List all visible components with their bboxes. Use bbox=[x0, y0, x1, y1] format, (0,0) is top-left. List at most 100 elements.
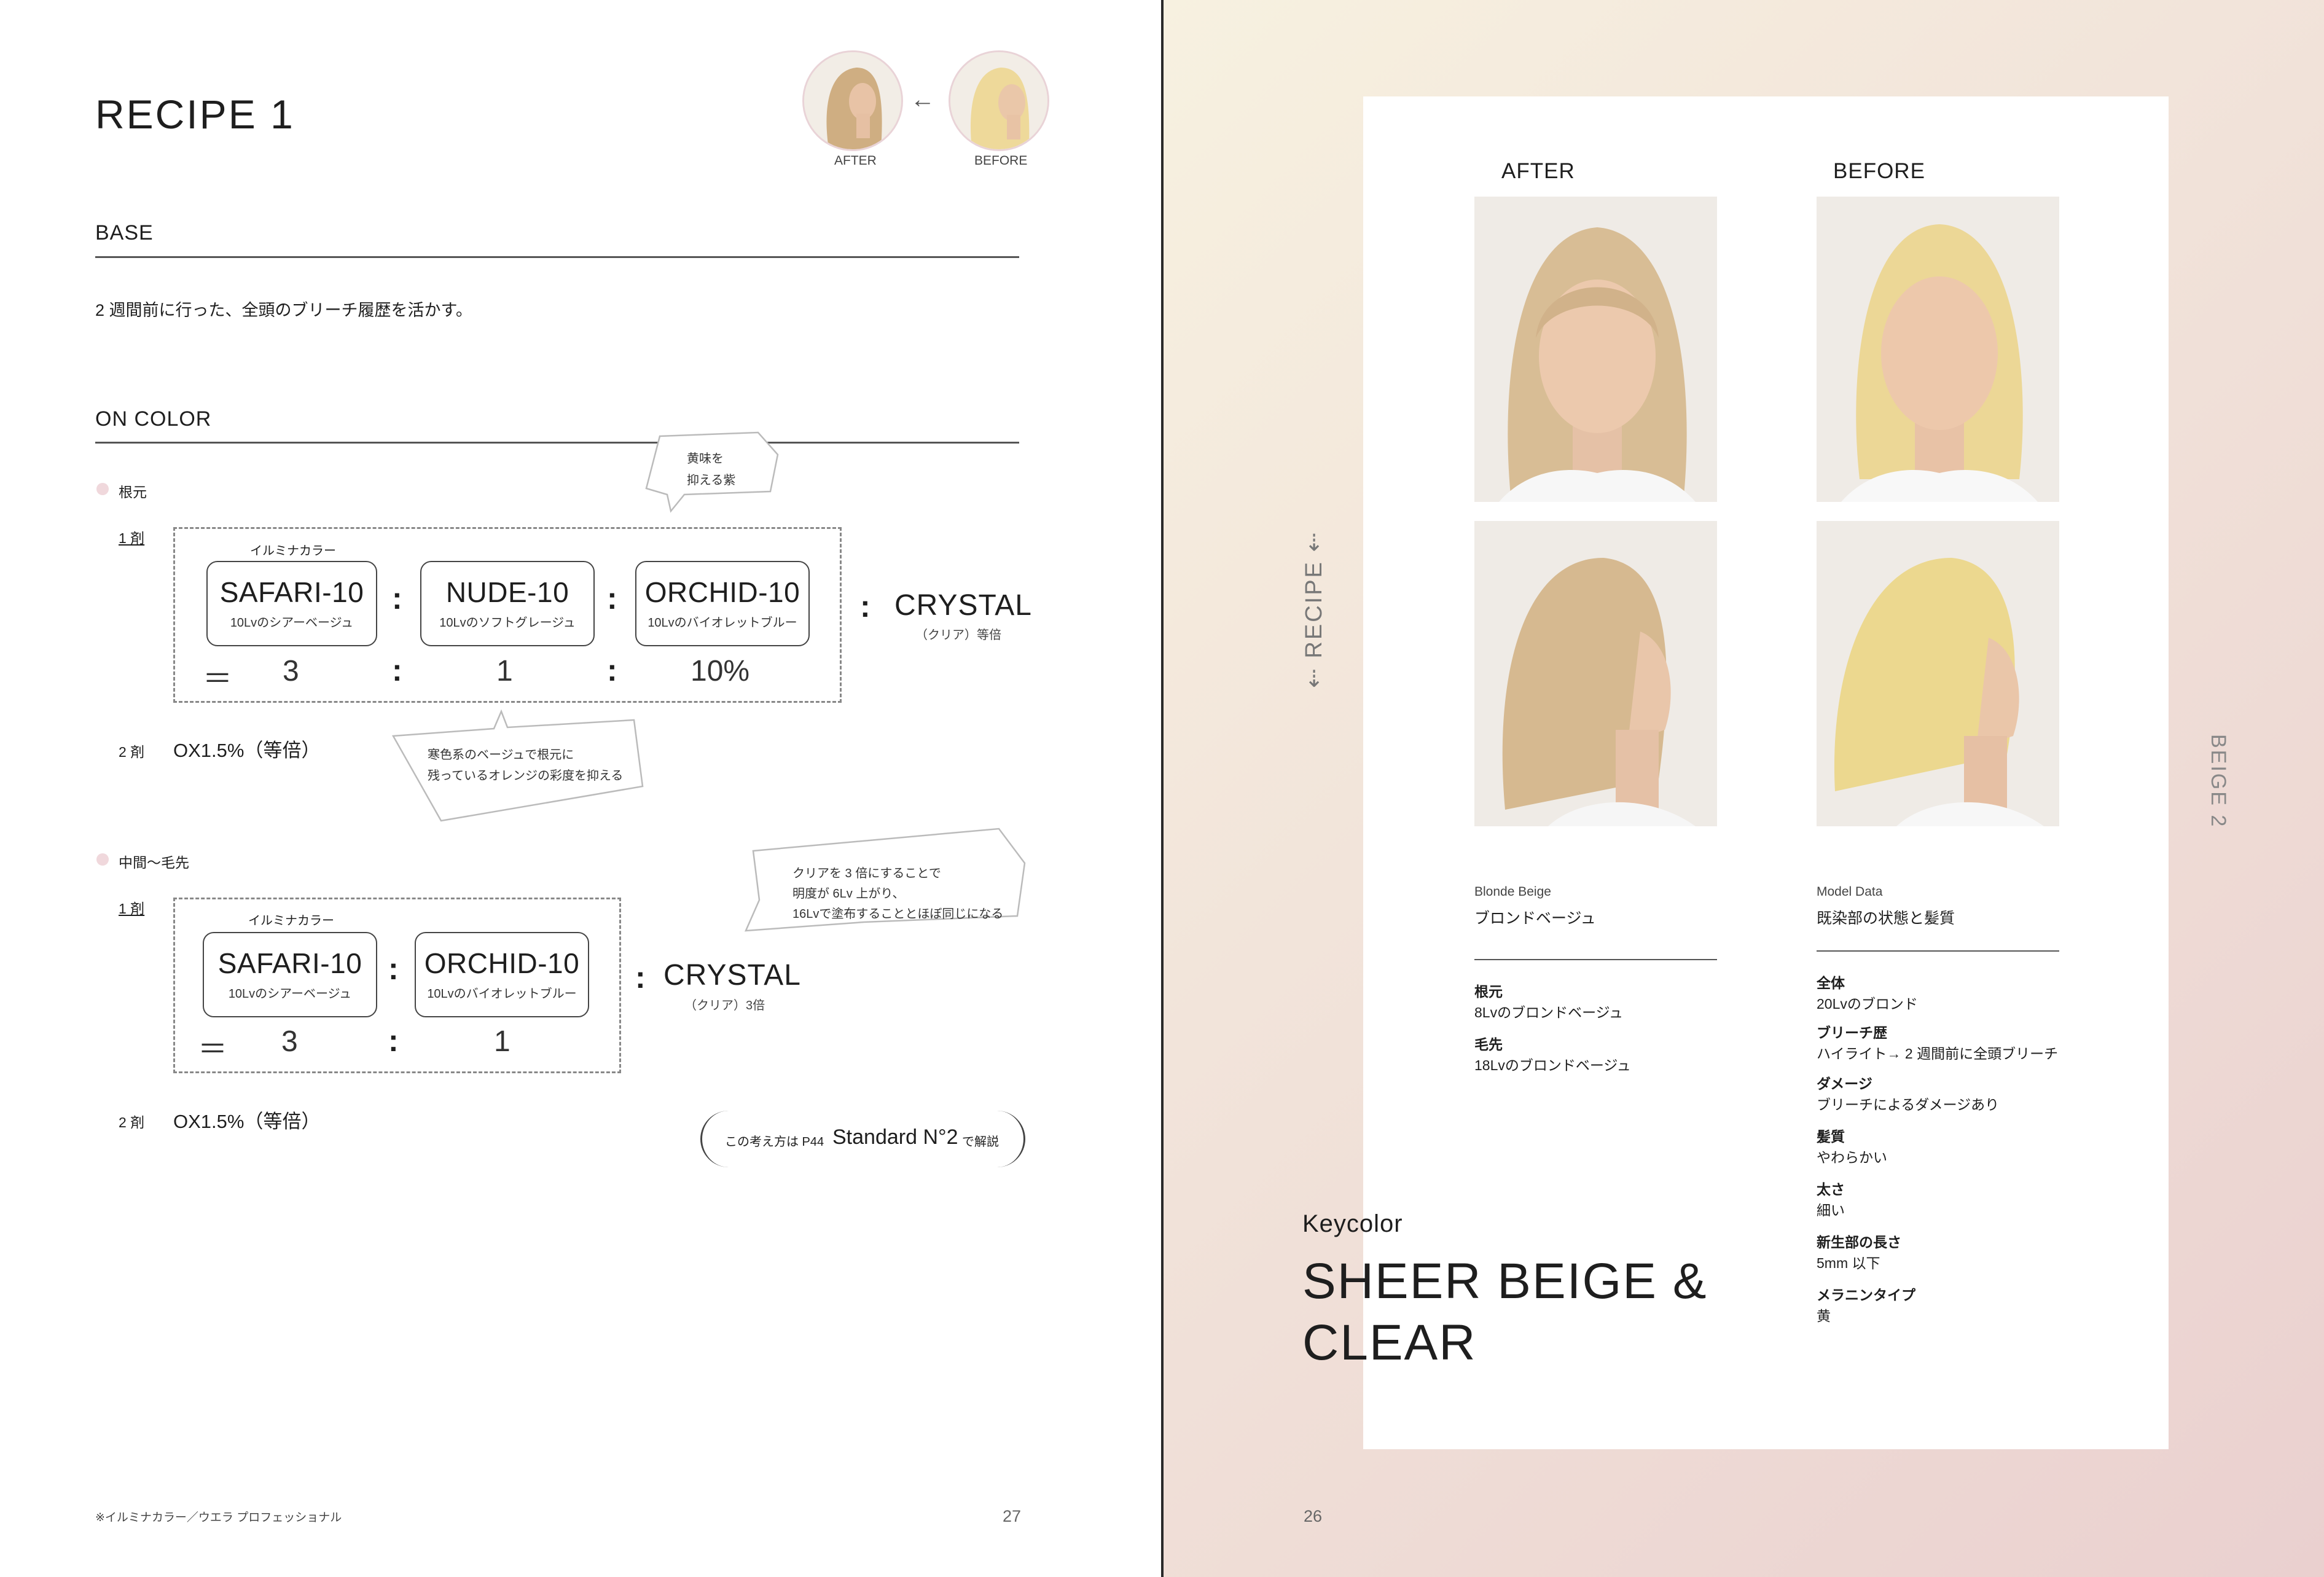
note-purple-line2: 抑える紫 bbox=[687, 474, 736, 487]
mid-crystal: CRYSTAL bbox=[663, 959, 801, 992]
mid-label: 中間〜毛先 bbox=[119, 855, 189, 871]
reference-suffix: で解説 bbox=[962, 1135, 999, 1149]
color-pill-orchid: ORCHID-10 10Lvのバイオレットブルー bbox=[415, 932, 589, 1017]
detail-label: メラニンタイプ bbox=[1817, 1287, 1915, 1303]
after-column-label: AFTER bbox=[1501, 159, 1575, 183]
after-side-photo bbox=[1474, 521, 1717, 826]
model-info-jp: 既染部の状態と髪質 bbox=[1817, 910, 1955, 927]
root-bullet bbox=[96, 483, 109, 495]
mid-agent2-value: OX1.5%（等倍） bbox=[173, 1111, 321, 1132]
recipe-title: RECIPE 1 bbox=[95, 92, 295, 137]
base-heading: BASE bbox=[95, 221, 154, 245]
thumb-after-label: AFTER bbox=[834, 154, 877, 168]
mid-crystal-sub: （クリア）3倍 bbox=[684, 999, 765, 1012]
equals-sign: ＝ bbox=[203, 663, 233, 695]
side-label-recipe: RECIPE bbox=[1301, 560, 1327, 659]
root-crystal: CRYSTAL bbox=[894, 589, 1032, 622]
before-front-photo-image bbox=[1817, 197, 2059, 502]
thumb-before-label: BEFORE bbox=[974, 154, 1028, 168]
detail-value: 黄 bbox=[1817, 1308, 1831, 1324]
content-card: AFTER BEFORE Blonde Beige ブロンドベージュ 根元 8L… bbox=[1363, 96, 2169, 1449]
colon-separator: : bbox=[388, 952, 399, 986]
note-orange-line2: 残っているオレンジの彩度を抑える bbox=[428, 769, 624, 783]
detail-value: やわらかい bbox=[1817, 1149, 1887, 1165]
before-column-label: BEFORE bbox=[1833, 159, 1925, 183]
detail-value: 18Lvのブロンドベージュ bbox=[1474, 1057, 1631, 1073]
mid-brand-label: イルミナカラー bbox=[248, 914, 334, 928]
color-desc: 10Lvのソフトグレージュ bbox=[439, 616, 576, 630]
color-name: SAFARI-10 bbox=[219, 576, 364, 608]
base-text: 2 週間前に行った、全頭のブリーチ履歴を活かす。 bbox=[95, 301, 472, 319]
after-thumbnail-image bbox=[804, 52, 901, 149]
ratio-value: 3 bbox=[283, 655, 299, 687]
color-info-en: Blonde Beige bbox=[1474, 885, 1551, 899]
detail-label: 太さ bbox=[1817, 1181, 1845, 1197]
detail-label: 毛先 bbox=[1474, 1036, 1503, 1052]
after-front-photo-image bbox=[1474, 197, 1717, 502]
before-thumbnail bbox=[949, 50, 1049, 151]
note-crystal-line3: 16Lvで塗布することとほぼ同じになる bbox=[792, 907, 1004, 921]
color-pill-orchid: ORCHID-10 10Lvのバイオレットブルー bbox=[635, 561, 810, 646]
root-agent2-value: OX1.5%（等倍） bbox=[173, 740, 321, 761]
root-brand-label: イルミナカラー bbox=[250, 544, 336, 558]
page-number-left: 27 bbox=[1003, 1507, 1022, 1525]
keycolor-title-line2: CLEAR bbox=[1302, 1315, 1477, 1371]
on-color-rule bbox=[95, 442, 1019, 444]
page-number-right: 26 bbox=[1304, 1507, 1323, 1525]
color-desc: 10Lvのシアーベージュ bbox=[228, 987, 352, 1001]
root-agent2-label: 2 剤 bbox=[119, 744, 145, 760]
side-label-right: BEIGE 2 bbox=[2207, 734, 2230, 829]
model-detail-item: 全体 20Lvのブロンド bbox=[1817, 972, 1918, 1014]
root-crystal-sub: （クリア）等倍 bbox=[915, 628, 1001, 642]
colon-separator: : bbox=[607, 581, 617, 616]
side-label-left: ⇠ RECIPE ⇠ bbox=[1300, 531, 1328, 688]
note-orange-line1: 寒色系のベージュで根元に bbox=[428, 748, 574, 762]
ratio-value: 3 bbox=[281, 1025, 298, 1058]
right-page: ⇠ RECIPE ⇠ BEIGE 2 AFTER BEFORE Blonde B… bbox=[1164, 0, 2324, 1577]
after-thumbnail bbox=[802, 50, 903, 151]
colon-separator: : bbox=[392, 581, 402, 616]
color-info-jp: ブロンドベージュ bbox=[1474, 910, 1596, 927]
detail-label: ブリーチ歴 bbox=[1817, 1025, 1887, 1041]
model-detail-item: メラニンタイプ 黄 bbox=[1817, 1285, 1915, 1326]
detail-label: 全体 bbox=[1817, 975, 1845, 991]
arrow-left-icon: ← bbox=[910, 86, 935, 113]
keycolor-label: Keycolor bbox=[1302, 1210, 1403, 1237]
model-detail-item: 髪質 やわらかい bbox=[1817, 1126, 1887, 1168]
arrow-up-icon: ⇠ bbox=[1301, 530, 1327, 561]
color-pill-safari: SAFARI-10 10Lvのシアーベージュ bbox=[203, 932, 377, 1017]
detail-label: 根元 bbox=[1474, 984, 1503, 1000]
root-label: 根元 bbox=[119, 484, 147, 500]
color-name: NUDE-10 bbox=[445, 576, 569, 608]
color-name: ORCHID-10 bbox=[644, 576, 800, 608]
note-crystal-line1: クリアを 3 倍にすることで bbox=[792, 867, 941, 880]
color-desc: 10Lvのバイオレットブルー bbox=[427, 987, 577, 1001]
model-detail-item: 新生部の長さ 5mm 以下 bbox=[1817, 1232, 1901, 1274]
model-info-rule bbox=[1817, 950, 2059, 952]
color-pill-safari: SAFARI-10 10Lvのシアーベージュ bbox=[206, 561, 377, 646]
before-side-photo-image bbox=[1817, 521, 2059, 826]
on-color-heading: ON COLOR bbox=[95, 407, 212, 431]
footnote: ※イルミナカラー／ウエラ プロフェッショナル bbox=[95, 1511, 342, 1524]
detail-label: 髪質 bbox=[1817, 1129, 1845, 1145]
ratio-value: 1 bbox=[494, 1025, 511, 1058]
ratio-value: 1 bbox=[496, 655, 513, 687]
colon-separator: : bbox=[392, 653, 402, 687]
note-crystal-line2: 明度が 6Lv 上がり、 bbox=[792, 887, 905, 901]
detail-value: 8Lvのブロンドベージュ bbox=[1474, 1004, 1624, 1020]
left-page: RECIPE 1 ← AFTER BEFORE BASE 2 週間前に行った、全… bbox=[0, 0, 1161, 1577]
ratio-value: 10% bbox=[691, 655, 750, 687]
detail-value: ハイライト→ 2 週間前に全頭ブリーチ bbox=[1817, 1046, 2059, 1062]
color-info-rule bbox=[1474, 959, 1717, 960]
model-detail-item: ダメージ ブリーチによるダメージあり bbox=[1817, 1073, 1999, 1115]
detail-label: 新生部の長さ bbox=[1817, 1234, 1901, 1250]
arrow-up-icon: ⇠ bbox=[1301, 658, 1327, 688]
colon-separator: : bbox=[607, 653, 617, 687]
color-detail-item: 根元 8Lvのブロンドベージュ bbox=[1474, 981, 1623, 1023]
model-detail-item: ブリーチ歴 ハイライト→ 2 週間前に全頭ブリーチ bbox=[1817, 1022, 2058, 1064]
reference-main: Standard N°2 bbox=[832, 1125, 958, 1149]
mid-bullet bbox=[96, 853, 109, 866]
colon-separator: : bbox=[860, 589, 871, 624]
mid-agent1-label: 1 剤 bbox=[119, 901, 145, 917]
color-pill-nude: NUDE-10 10Lvのソフトグレージュ bbox=[420, 561, 595, 646]
